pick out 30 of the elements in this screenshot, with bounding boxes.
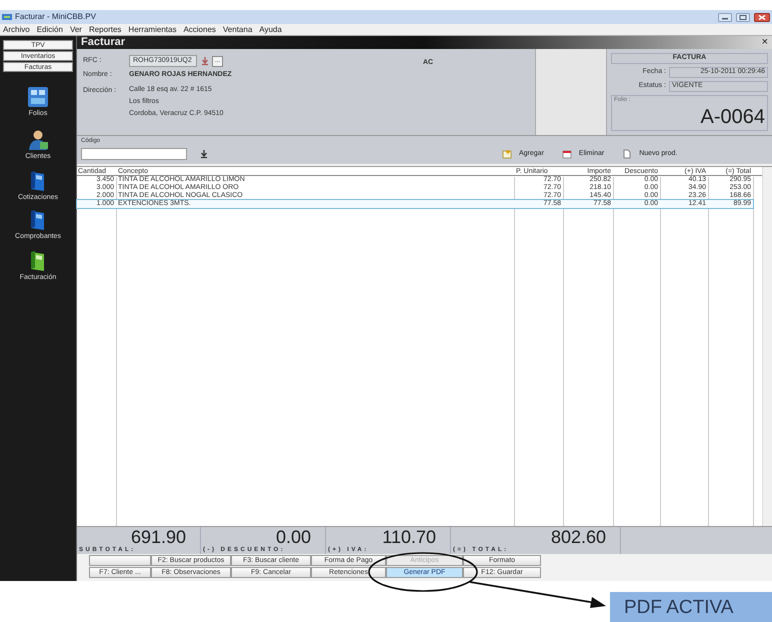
panel-title: Facturar	[81, 37, 126, 48]
code-field[interactable]	[81, 148, 187, 160]
download-icon	[199, 149, 209, 159]
total-value: 0.00	[276, 528, 312, 546]
close-icon	[754, 12, 770, 22]
page-icon	[622, 148, 632, 159]
callout-text: PDF ACTIVA	[624, 598, 734, 617]
person-icon	[26, 129, 49, 151]
menu-item[interactable]: Reportes	[88, 26, 122, 34]
menu-item[interactable]: Archivo	[3, 26, 30, 34]
total-value: 110.70	[381, 528, 437, 546]
app-icon	[2, 13, 12, 21]
grid-icon	[27, 86, 49, 108]
total-value: 691.90	[130, 528, 187, 546]
menu-item[interactable]: Acciones	[183, 26, 216, 34]
action-button[interactable]	[89, 555, 151, 566]
close-button[interactable]: ×	[762, 37, 768, 48]
restore-icon	[736, 12, 750, 22]
download-icon	[200, 56, 210, 66]
folio-number: A-0064	[700, 107, 765, 127]
menu-item[interactable]: Edición	[36, 26, 63, 34]
minimize-icon	[718, 12, 732, 22]
add-icon	[502, 148, 512, 159]
window-title: Facturar - MiniCBB.PV	[15, 11, 96, 23]
delete-icon	[562, 148, 572, 159]
menu-item[interactable]: Ventana	[222, 26, 252, 34]
total-value: 802.60	[550, 528, 607, 546]
menu-item[interactable]: Ayuda	[259, 26, 282, 34]
menu-item[interactable]: Herramientas	[128, 26, 176, 34]
menu-item[interactable]: Ver	[70, 26, 82, 34]
